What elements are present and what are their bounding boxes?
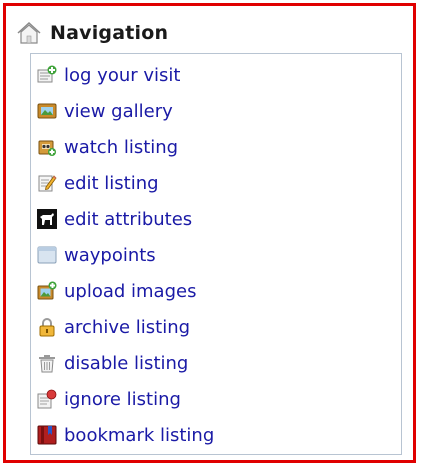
attributes-icon: [37, 209, 57, 229]
log-visit-icon: [37, 65, 57, 83]
nav-item-label: upload images: [64, 280, 197, 302]
gallery-icon: [37, 103, 57, 119]
nav-item-label: edit listing: [64, 172, 159, 194]
navigation-header: Navigation: [16, 16, 168, 50]
navigation-list: log your visit view gallery watch listin…: [37, 57, 214, 453]
nav-item-label: disable listing: [64, 352, 189, 374]
nav-item-edit-listing[interactable]: edit listing: [37, 165, 214, 201]
ignore-icon: [37, 389, 57, 409]
edit-icon: [38, 175, 57, 192]
nav-item-label: watch listing: [64, 136, 179, 158]
nav-item-upload-images[interactable]: upload images: [37, 273, 214, 309]
nav-item-label: archive listing: [64, 316, 191, 338]
nav-item-label: waypoints: [64, 244, 156, 266]
house-icon: [17, 21, 41, 44]
nav-item-label: log your visit: [64, 64, 181, 86]
nav-item-disable-listing[interactable]: disable listing: [37, 345, 214, 381]
nav-item-watch-listing[interactable]: watch listing: [37, 129, 214, 165]
waypoints-icon: [37, 246, 57, 264]
watch-icon: [38, 140, 56, 156]
nav-item-ignore-listing[interactable]: ignore listing: [37, 381, 214, 417]
trash-icon: [39, 355, 55, 373]
upload-images-icon: [37, 281, 57, 300]
nav-item-log-your-visit[interactable]: log your visit: [37, 57, 214, 93]
nav-item-label: bookmark listing: [64, 424, 215, 446]
nav-item-edit-attributes[interactable]: edit attributes: [37, 201, 214, 237]
nav-item-bookmark-listing[interactable]: bookmark listing: [37, 417, 214, 453]
nav-item-waypoints[interactable]: waypoints: [37, 237, 214, 273]
nav-item-view-gallery[interactable]: view gallery: [37, 93, 214, 129]
navigation-title: Navigation: [50, 22, 169, 44]
bookmark-icon: [37, 425, 57, 445]
nav-item-label: ignore listing: [64, 388, 181, 410]
navigation-panel: log your visit view gallery watch listin…: [30, 53, 402, 455]
nav-item-label: edit attributes: [64, 208, 193, 230]
nav-item-archive-listing[interactable]: archive listing: [37, 309, 214, 345]
lock-icon: [39, 318, 55, 337]
nav-item-label: view gallery: [64, 100, 173, 122]
